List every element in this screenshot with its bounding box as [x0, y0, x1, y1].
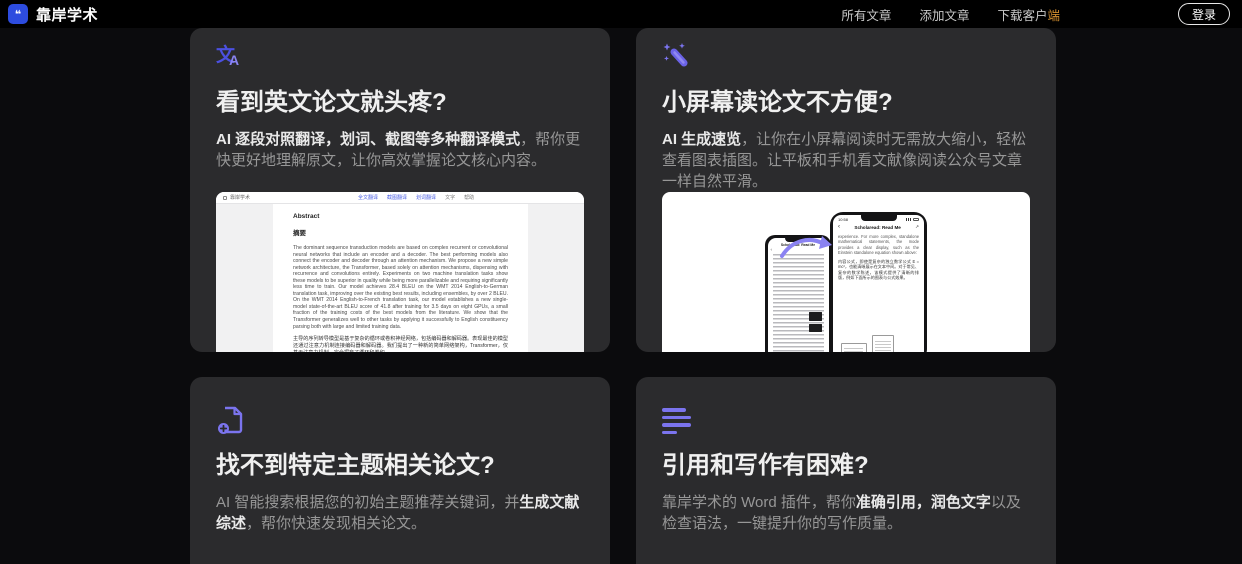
feature-grid: 文A 看到英文论文就头疼? AI 逐段对照翻译，划词、截图等多种翻译模式，帮你更… [190, 28, 1056, 564]
reader-toolbar: 靠岸学术 全文翻译 截图翻译 划词翻译 文字 帮助 [216, 192, 584, 204]
reader-toolbar-brand: 靠岸学术 [223, 194, 250, 201]
card-body: 靠岸学术的 Word 插件，帮你准确引用，润色文字以及检查语法，一键提升你的写作… [662, 492, 1030, 534]
document-add-icon [216, 405, 584, 435]
share-icon[interactable]: ↗ [915, 224, 919, 230]
phones-screenshot: ‹ Scholaread: Read Me 10:58 ‹ Scholaread… [662, 192, 1030, 352]
transform-arrow-icon [780, 236, 832, 258]
toolbar-item-screenshot-translate[interactable]: 截图翻译 [387, 194, 407, 201]
body-text-segment: 准确引用，润色文字 [855, 494, 991, 511]
reader-screenshot: 靠岸学术 全文翻译 截图翻译 划词翻译 文字 帮助 Abstract 摘要 Th… [216, 192, 584, 352]
body-text-segment: AI 智能搜索根据您的初始主题推荐关键词，并 [216, 494, 520, 511]
download-label-highlight: 端 [1047, 8, 1060, 23]
figure-thumbnail [872, 335, 894, 352]
brand[interactable]: ❝ 靠岸学术 [8, 4, 98, 25]
abstract-text-en: The dominant sequence transduction model… [293, 245, 508, 330]
toolbar-item-word-translate[interactable]: 划词翻译 [416, 194, 436, 201]
text-lines-icon [662, 405, 1030, 435]
magic-wand-icon [662, 42, 1030, 72]
phone-paragraph-en: experience. For more complex, standalone… [838, 234, 919, 256]
card-title: 小屏幕读论文不方便? [662, 89, 893, 116]
nav-link-add-article[interactable]: 添加文章 [919, 5, 969, 24]
toolbar-item-help[interactable]: 帮助 [464, 194, 474, 201]
feature-card-writing: 引用和写作有困难? 靠岸学术的 Word 插件，帮你准确引用，润色文字以及检查语… [636, 377, 1056, 564]
body-text-segment: 靠岸学术的 Word 插件，帮你 [662, 494, 856, 511]
phone-nav-bar: ‹ Scholaread: Read Me ↗ [833, 222, 924, 232]
phone-figure-thumbnails [841, 335, 894, 352]
card-title: 看到英文论文就头疼? [216, 89, 447, 116]
nav-links: 所有文章 添加文章 下载客户端 [841, 5, 1060, 24]
nav-link-download-client[interactable]: 下载客户端 [997, 5, 1060, 24]
download-label: 下载客户 [997, 8, 1048, 23]
body-text-segment: AI 逐段对照翻译，划词、截图等多种翻译模式 [216, 131, 521, 148]
paper-page: Abstract 摘要 The dominant sequence transd… [273, 204, 528, 352]
battery-icon [913, 218, 919, 221]
phone-paragraph-zh: 内容公式，即使是复杂的独立数学公式 E = mc²，也能清晰展示在文本中间。对于… [838, 258, 919, 281]
phone-app-title: Scholaread: Read Me [854, 224, 901, 230]
navbar: ❝ 靠岸学术 所有文章 添加文章 下载客户端 登录 [0, 0, 1242, 28]
translate-icon: 文A [216, 45, 240, 68]
card-body: AI 生成速览，让你在小屏幕阅读时无需放大缩小，轻松查看图表插图。让平板和手机看… [662, 129, 1030, 192]
abstract-heading-zh: 摘要 [293, 230, 306, 237]
status-icons [906, 218, 919, 221]
back-chevron-icon: ‹ [770, 246, 773, 252]
card-title: 引用和写作有困难? [662, 452, 869, 479]
abstract-text-zh: 主导的序列转导模型是基于复杂的循环或卷积神经网络，包括编码器和解码器。表现最佳的… [293, 336, 508, 352]
feature-card-mobile-reading: 小屏幕读论文不方便? AI 生成速览，让你在小屏幕阅读时无需放大缩小，轻松查看图… [636, 28, 1056, 352]
toolbar-item-full-translate[interactable]: 全文翻译 [358, 194, 378, 201]
login-button[interactable]: 登录 [1177, 3, 1230, 25]
window-icon [223, 195, 227, 200]
card-body: AI 智能搜索根据您的初始主题推荐关键词，并生成文献综述，帮你快速发现相关论文。 [216, 492, 584, 534]
reader-toolbar-items: 全文翻译 截图翻译 划词翻译 文字 帮助 [358, 194, 474, 201]
nav-link-all-articles[interactable]: 所有文章 [841, 5, 891, 24]
phone-notch [860, 215, 897, 221]
pdf-figure [808, 323, 822, 332]
pdf-figure [808, 311, 822, 321]
body-text-segment: AI 生成速览 [662, 131, 742, 148]
pdf-page-skeleton [772, 253, 824, 352]
feature-card-find-papers: 找不到特定主题相关论文? AI 智能搜索根据您的初始主题推荐关键词，并生成文献综… [190, 377, 610, 564]
status-time: 10:58 [838, 217, 849, 222]
body-text-segment: ，帮你快速发现相关论文。 [246, 515, 427, 532]
abstract-heading: Abstract [293, 213, 320, 220]
figure-thumbnail [841, 343, 867, 352]
card-body: AI 逐段对照翻译，划词、截图等多种翻译模式，帮你更快更好地理解原文，让你高效掌… [216, 129, 584, 171]
feature-card-translate: 文A 看到英文论文就头疼? AI 逐段对照翻译，划词、截图等多种翻译模式，帮你更… [190, 28, 610, 352]
signal-icon [906, 218, 911, 221]
navbar-right: 所有文章 添加文章 下载客户端 登录 [841, 3, 1230, 25]
brand-name: 靠岸学术 [36, 6, 99, 24]
phone-front: 10:58 ‹ Scholaread: Read Me ↗ experience… [830, 212, 927, 352]
brand-logo-quote-icon: ❝ [8, 4, 28, 24]
card-title: 找不到特定主题相关论文? [216, 452, 495, 479]
toolbar-item-text[interactable]: 文字 [445, 194, 455, 201]
